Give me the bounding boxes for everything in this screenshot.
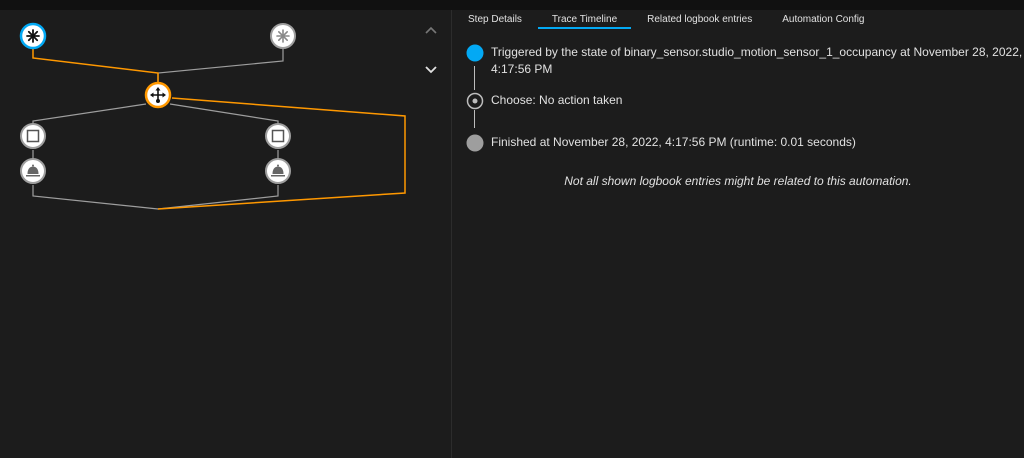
- timeline-entry-finished[interactable]: Finished at November 28, 2022, 4:17:56 P…: [466, 134, 1024, 152]
- graph-edges-inactive: [32, 45, 284, 210]
- timeline-entry-text: Choose: No action taken: [491, 93, 623, 107]
- finished-dot-icon: [466, 134, 484, 152]
- trace-details-pane: Step Details Trace Timeline Related logb…: [452, 10, 1024, 458]
- logbook-note: Not all shown logbook entries might be r…: [564, 174, 912, 188]
- chevron-up-icon[interactable]: [420, 19, 442, 41]
- trigger-dot-icon: [466, 44, 484, 62]
- trace-graph: [19, 22, 406, 210]
- timeline-entry-choose[interactable]: Choose: No action taken: [466, 92, 1024, 110]
- service-node-right[interactable]: [265, 158, 291, 184]
- chevron-down-icon[interactable]: [420, 59, 442, 81]
- choose-node[interactable]: [144, 81, 172, 109]
- asterisk-icon: [276, 29, 290, 43]
- condition-node-left[interactable]: [20, 123, 46, 149]
- trigger-node-1[interactable]: [19, 22, 47, 50]
- timeline-entry-text: Finished at November 28, 2022, 4:17:56 P…: [491, 135, 856, 149]
- trace-graph-pane: [0, 10, 452, 458]
- tab-automation-config[interactable]: Automation Config: [782, 10, 864, 28]
- timeline-entry-text: Triggered by the state of binary_sensor.…: [491, 45, 1023, 76]
- tab-step-details[interactable]: Step Details: [468, 10, 522, 28]
- timeline-connector: [474, 110, 475, 128]
- graph-edges-active: [32, 45, 406, 210]
- choose-ring-icon: [466, 92, 484, 110]
- condition-node-right[interactable]: [265, 123, 291, 149]
- tab-trace-timeline[interactable]: Trace Timeline: [537, 10, 632, 29]
- service-node-left[interactable]: [20, 158, 46, 184]
- tab-related-logbook[interactable]: Related logbook entries: [647, 10, 752, 28]
- asterisk-icon: [26, 29, 40, 43]
- tab-bar: Step Details Trace Timeline Related logb…: [452, 10, 1024, 29]
- trigger-node-2[interactable]: [270, 23, 296, 49]
- timeline-entry-trigger[interactable]: Triggered by the state of binary_sensor.…: [466, 44, 1024, 78]
